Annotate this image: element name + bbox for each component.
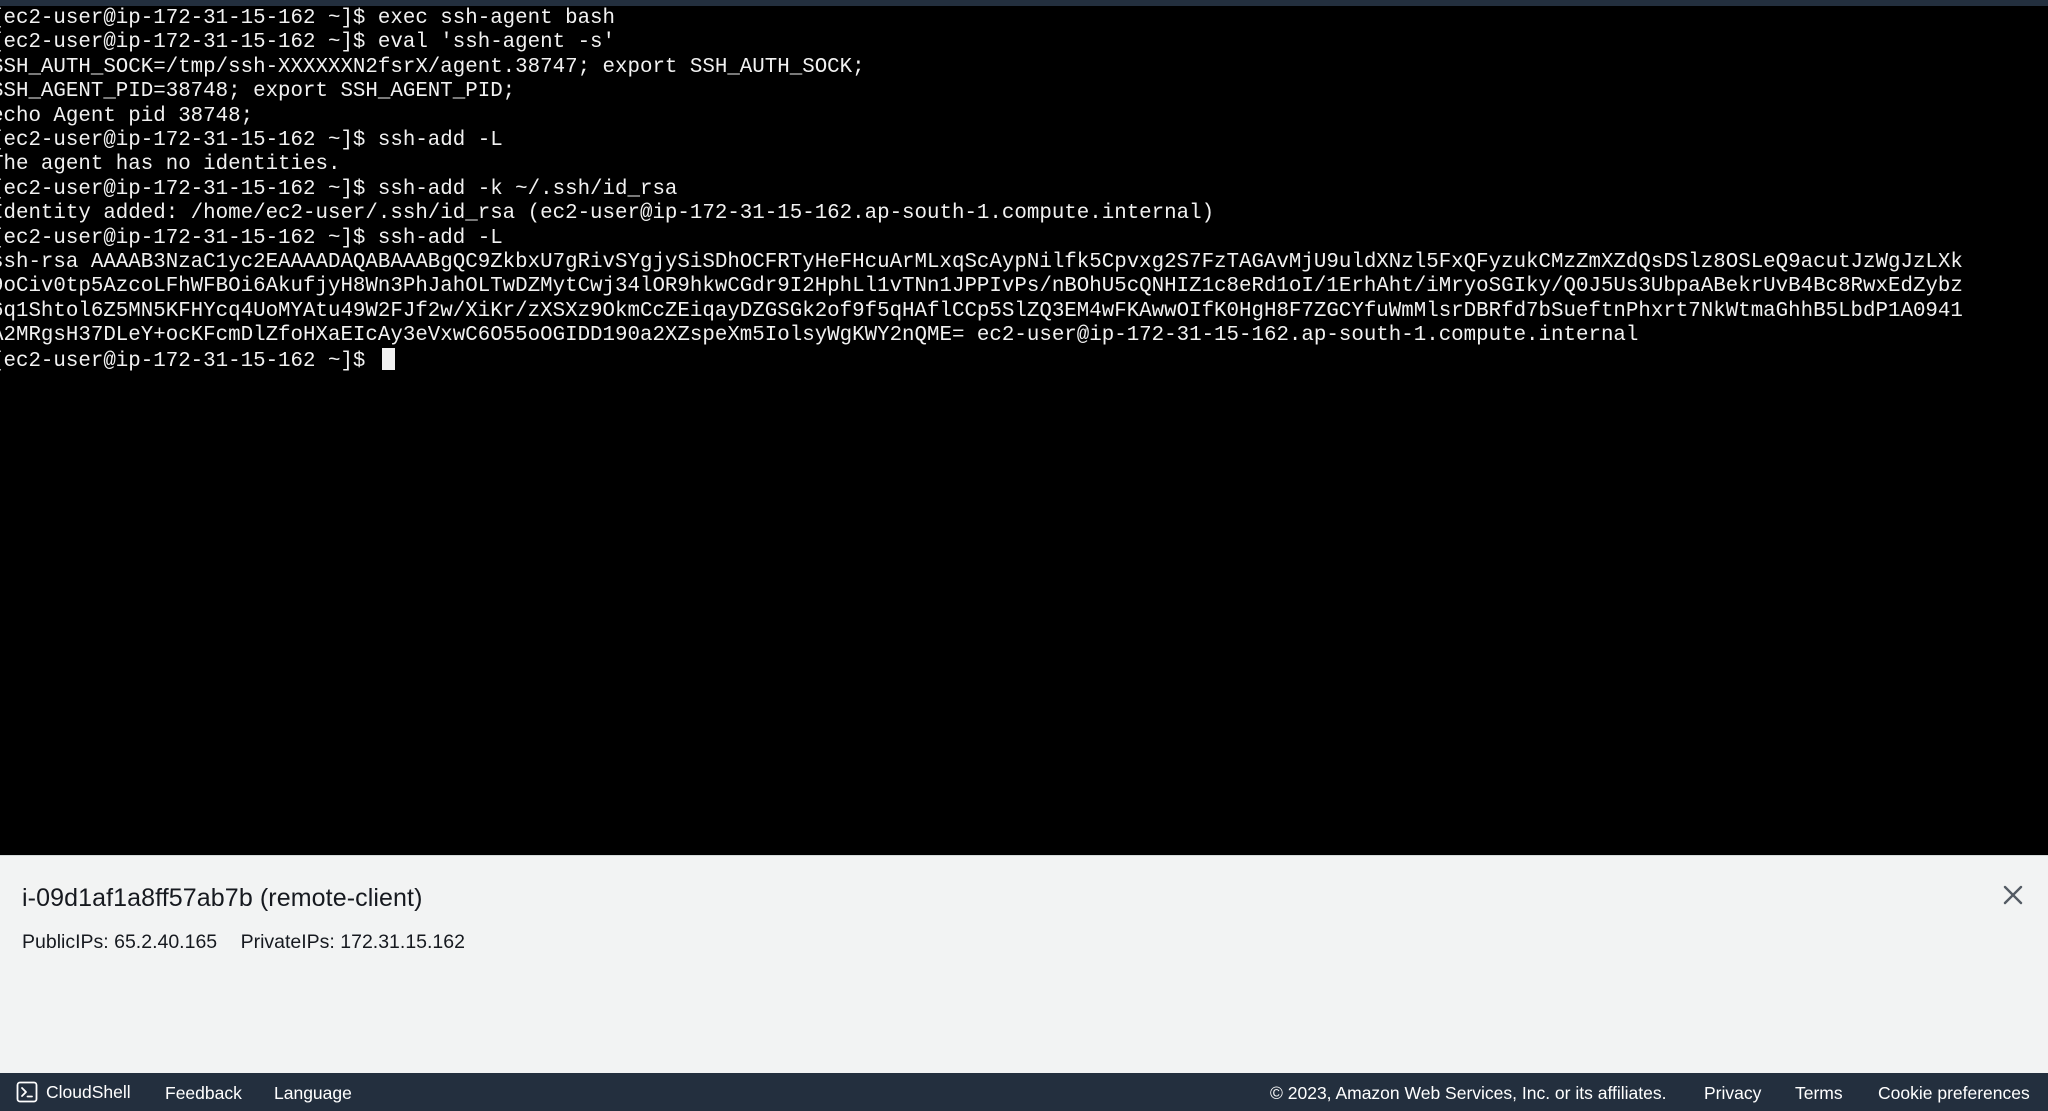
terminal-line: 6q1Shtol6Z5MN5KFHYcq4UoMYAtu49W2FJf2w/Xi…	[0, 299, 1963, 323]
ip-row: PublicIPs: 65.2.40.165 PrivateIPs: 172.3…	[22, 931, 483, 954]
cloudshell-button[interactable]: CloudShell	[16, 1081, 131, 1103]
public-ips: PublicIPs: 65.2.40.165	[22, 931, 218, 953]
terminal-prompt: [ec2-user@ip-172-31-15-162 ~]$	[0, 350, 378, 373]
terminal-line: Identity added: /home/ec2-user/.ssh/id_r…	[0, 202, 1215, 226]
privacy-link[interactable]: Privacy	[1704, 1083, 1761, 1104]
feedback-link[interactable]: Feedback	[165, 1083, 242, 1104]
instance-title: i-09d1af1a8ff57ab7b (remote-client)	[22, 884, 423, 912]
terminal-line: [ec2-user@ip-172-31-15-162 ~]$ exec ssh-…	[0, 7, 616, 30]
copyright-text: © 2023, Amazon Web Services, Inc. or its…	[1270, 1083, 1667, 1103]
cloudshell-label: CloudShell	[46, 1081, 131, 1102]
instance-info-panel: i-09d1af1a8ff57ab7b (remote-client) Publ…	[0, 855, 2048, 1073]
terminal-line: ssh-rsa AAAAB3NzaC1yc2EAAAADAQABAAABgQC9…	[0, 250, 1963, 274]
terminal-line: A2MRgsH37DLeY+ocKFcmDlZfoHXaEIcAy3eVxwC6…	[0, 324, 1639, 348]
terminal-line: SSH_AUTH_SOCK=/tmp/ssh-XXXXXXN2fsrX/agen…	[0, 55, 865, 79]
terms-link[interactable]: Terms	[1795, 1083, 1843, 1104]
terminal-line: SSH_AGENT_PID=38748; export SSH_AGENT_PI…	[0, 80, 516, 104]
terminal-line: [ec2-user@ip-172-31-15-162 ~]$ ssh-add -…	[0, 226, 503, 250]
terminal-cursor	[381, 348, 395, 371]
footer-bar: CloudShell Feedback Language © 2023, Ama…	[0, 1073, 2048, 1111]
terminal-prompt-line[interactable]: [ec2-user@ip-172-31-15-162 ~]$	[0, 348, 2048, 373]
terminal-line: [ec2-user@ip-172-31-15-162 ~]$ ssh-add -…	[0, 128, 503, 152]
language-link[interactable]: Language	[274, 1083, 352, 1104]
terminal-line: [ec2-user@ip-172-31-15-162 ~]$ eval 'ssh…	[0, 31, 616, 55]
terminal-output: [ec2-user@ip-172-31-15-162 ~]$ exec ssh-…	[0, 7, 2048, 373]
close-button[interactable]	[1998, 880, 2028, 910]
cookie-preferences-link[interactable]: Cookie preferences	[1878, 1083, 2030, 1104]
terminal-line: [ec2-user@ip-172-31-15-162 ~]$ ssh-add -…	[0, 177, 678, 201]
terminal-window[interactable]: [ec2-user@ip-172-31-15-162 ~]$ exec ssh-…	[0, 6, 2048, 855]
private-ips: PrivateIPs: 172.31.15.162	[240, 931, 465, 953]
close-icon	[2003, 885, 2023, 905]
cloudshell-icon	[16, 1081, 38, 1103]
terminal-line: The agent has no identities.	[0, 153, 341, 177]
terminal-line: echo Agent pid 38748;	[0, 104, 254, 128]
terminal-line: 9oCiv0tp5AzcoLFhWFBOi6AkufjyH8Wn3PhJahOL…	[0, 275, 1963, 299]
